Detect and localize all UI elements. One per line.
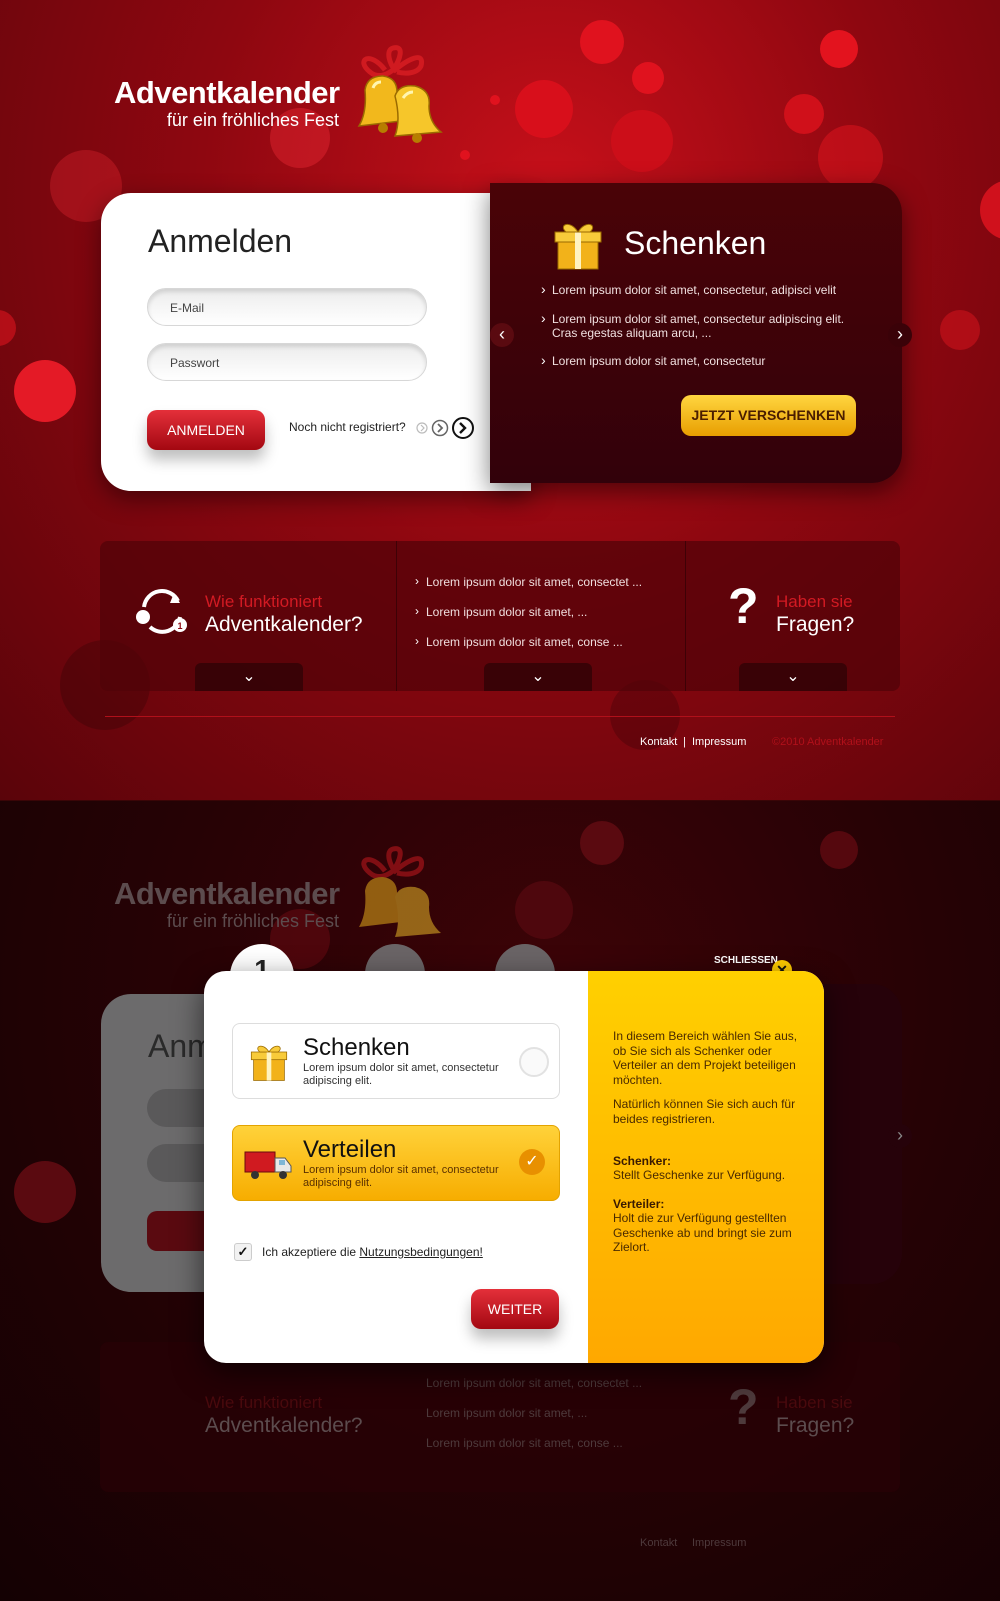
- bokeh-decoration: [820, 30, 858, 68]
- login-card: Anmelden E-Mail Passwort ANMELDEN Noch n…: [101, 193, 531, 491]
- bokeh-decoration: [580, 821, 624, 865]
- footer-contact-link[interactable]: Kontakt: [640, 736, 677, 748]
- option-description: Lorem ipsum dolor sit amet, consectetur …: [303, 1062, 499, 1087]
- info-list-item[interactable]: Lorem ipsum dolor sit amet, consectet ..…: [415, 574, 642, 589]
- faq-small: Haben sie: [776, 592, 853, 611]
- verteiler-text: Holt die zur Verfügung gestellten Gesche…: [613, 1211, 792, 1254]
- bokeh-decoration: [14, 360, 76, 422]
- bokeh-decoration: [460, 150, 470, 160]
- info-list-item: Lorem ipsum dolor sit amet, ...: [426, 1406, 588, 1420]
- radio-unselected[interactable]: [519, 1047, 549, 1077]
- terms-prefix: Ich akzeptiere die: [262, 1245, 360, 1259]
- question-icon: ?: [728, 1379, 759, 1435]
- register-link[interactable]: Noch nicht registriert?: [289, 420, 406, 434]
- bokeh-decoration: [515, 881, 573, 939]
- footer-imprint-link: Impressum: [692, 1537, 747, 1549]
- terms-checkbox[interactable]: ✓: [234, 1243, 252, 1261]
- bells-icon: [357, 45, 443, 143]
- logo: Adventkalender für ein fröhliches Fest: [114, 876, 340, 932]
- logo[interactable]: Adventkalender für ein fröhliches Fest: [114, 75, 340, 131]
- bokeh-decoration: [980, 180, 1000, 240]
- faq-link: Fragen?: [776, 1414, 855, 1437]
- login-heading: Anmelden: [148, 223, 293, 259]
- option-verteilen[interactable]: Verteilen Lorem ipsum dolor sit amet, co…: [232, 1125, 560, 1201]
- logo-title: Adventkalender: [114, 876, 340, 911]
- login-screen: Adventkalender für ein fröhliches Fest A…: [0, 0, 1000, 800]
- footer-copyright: ©2010 Adventkalender: [772, 736, 884, 748]
- schenker-label: Schenker:: [613, 1154, 672, 1168]
- chevron-down-icon[interactable]: ⌄: [195, 663, 303, 691]
- option-schenken[interactable]: Schenken Lorem ipsum dolor sit amet, con…: [232, 1023, 560, 1099]
- logo-subtitle: für ein fröhliches Fest: [166, 110, 339, 130]
- bells-icon: [359, 846, 441, 937]
- info-bar: Wie funktioniert Adventkalender? Lorem i…: [100, 1342, 900, 1492]
- how-it-works-small: Wie funktioniert: [205, 1393, 323, 1412]
- registration-modal: Schenken Lorem ipsum dolor sit amet, con…: [204, 971, 824, 1363]
- divider: [396, 541, 397, 691]
- bokeh-decoration: [490, 95, 500, 105]
- schenker-text: Stellt Geschenke zur Verfügung.: [613, 1168, 786, 1182]
- footer-divider: [105, 716, 895, 717]
- help-paragraph: In diesem Bereich wählen Sie aus, ob Sie…: [613, 1029, 798, 1087]
- logo-title: Adventkalender: [114, 75, 340, 110]
- option-title: Verteilen: [303, 1136, 397, 1163]
- gift-icon: [554, 223, 602, 270]
- check-icon[interactable]: ✓: [519, 1149, 545, 1175]
- how-it-works-small: Wie funktioniert: [205, 592, 323, 611]
- truck-icon: [244, 1151, 292, 1179]
- gift-bullet: Lorem ipsum dolor sit amet, consectetur,…: [541, 282, 862, 297]
- divider: [685, 541, 686, 691]
- how-it-works-link[interactable]: Adventkalender?: [205, 613, 363, 637]
- gift-heading: Schenken: [624, 225, 767, 261]
- faq-link[interactable]: Fragen?: [776, 613, 854, 637]
- chevron-right-icon[interactable]: ›: [888, 323, 912, 347]
- info-bar: 1 Wie funktioniert Adventkalender? Lorem…: [100, 541, 900, 691]
- chevron-down-icon[interactable]: ⌄: [484, 663, 592, 691]
- help-panel: In diesem Bereich wählen Sie aus, ob Sie…: [588, 971, 824, 1363]
- verteiler-label: Verteiler:: [613, 1197, 665, 1211]
- option-description: Lorem ipsum dolor sit amet, consectetur …: [303, 1164, 499, 1189]
- terms-label: Ich akzeptiere die Nutzungsbedingungen!: [262, 1245, 483, 1259]
- bokeh-decoration: [14, 1161, 76, 1223]
- bokeh-decoration: [0, 310, 16, 346]
- email-field[interactable]: E-Mail: [147, 288, 427, 326]
- close-label[interactable]: SCHLIESSEN: [714, 955, 778, 966]
- bokeh-decoration: [818, 125, 883, 190]
- gift-card: Schenken Lorem ipsum dolor sit amet, con…: [490, 183, 902, 483]
- gift-bullet: Lorem ipsum dolor sit amet, consectetur …: [541, 311, 862, 340]
- chevron-down-icon[interactable]: ⌄: [739, 663, 847, 691]
- faq-small: Haben sie: [776, 1393, 853, 1412]
- option-title: Schenken: [303, 1034, 410, 1061]
- chevron-right-icon: ›: [888, 1124, 912, 1148]
- bokeh-decoration: [515, 80, 573, 138]
- gift-now-button[interactable]: JETZT VERSCHENKEN: [681, 395, 856, 436]
- register-arrow-icon[interactable]: [416, 417, 476, 439]
- info-list-item[interactable]: Lorem ipsum dolor sit amet, conse ...: [415, 634, 623, 649]
- bokeh-decoration: [580, 20, 624, 64]
- info-list-item: Lorem ipsum dolor sit amet, conse ...: [426, 1436, 623, 1450]
- question-icon: ?: [728, 578, 759, 634]
- cycle-icon: 1: [136, 589, 187, 634]
- info-list-item: Lorem ipsum dolor sit amet, consectet ..…: [426, 1376, 643, 1390]
- logo-subtitle: für ein fröhliches Fest: [166, 911, 339, 931]
- bokeh-decoration: [611, 110, 673, 172]
- svg-text:1: 1: [177, 621, 182, 631]
- next-button[interactable]: WEITER: [471, 1289, 559, 1329]
- footer-imprint-link[interactable]: Impressum: [692, 736, 746, 748]
- bokeh-decoration: [940, 310, 980, 350]
- bokeh-decoration: [632, 62, 664, 94]
- gift-bullet: Lorem ipsum dolor sit amet, consectetur: [541, 353, 862, 368]
- help-paragraph: Natürlich können Sie sich auch für beide…: [613, 1097, 796, 1126]
- info-list-item[interactable]: Lorem ipsum dolor sit amet, ...: [415, 604, 587, 619]
- how-it-works-link: Adventkalender?: [205, 1414, 363, 1437]
- gift-icon: [250, 1045, 288, 1081]
- bokeh-decoration: [784, 94, 824, 134]
- login-button[interactable]: ANMELDEN: [147, 410, 265, 450]
- chevron-left-icon[interactable]: ‹: [490, 323, 514, 347]
- terms-link[interactable]: Nutzungsbedingungen!: [359, 1245, 482, 1259]
- bokeh-decoration: [820, 831, 858, 869]
- footer-separator: |: [683, 736, 686, 748]
- footer-contact-link: Kontakt: [640, 1537, 678, 1549]
- password-field[interactable]: Passwort: [147, 343, 427, 381]
